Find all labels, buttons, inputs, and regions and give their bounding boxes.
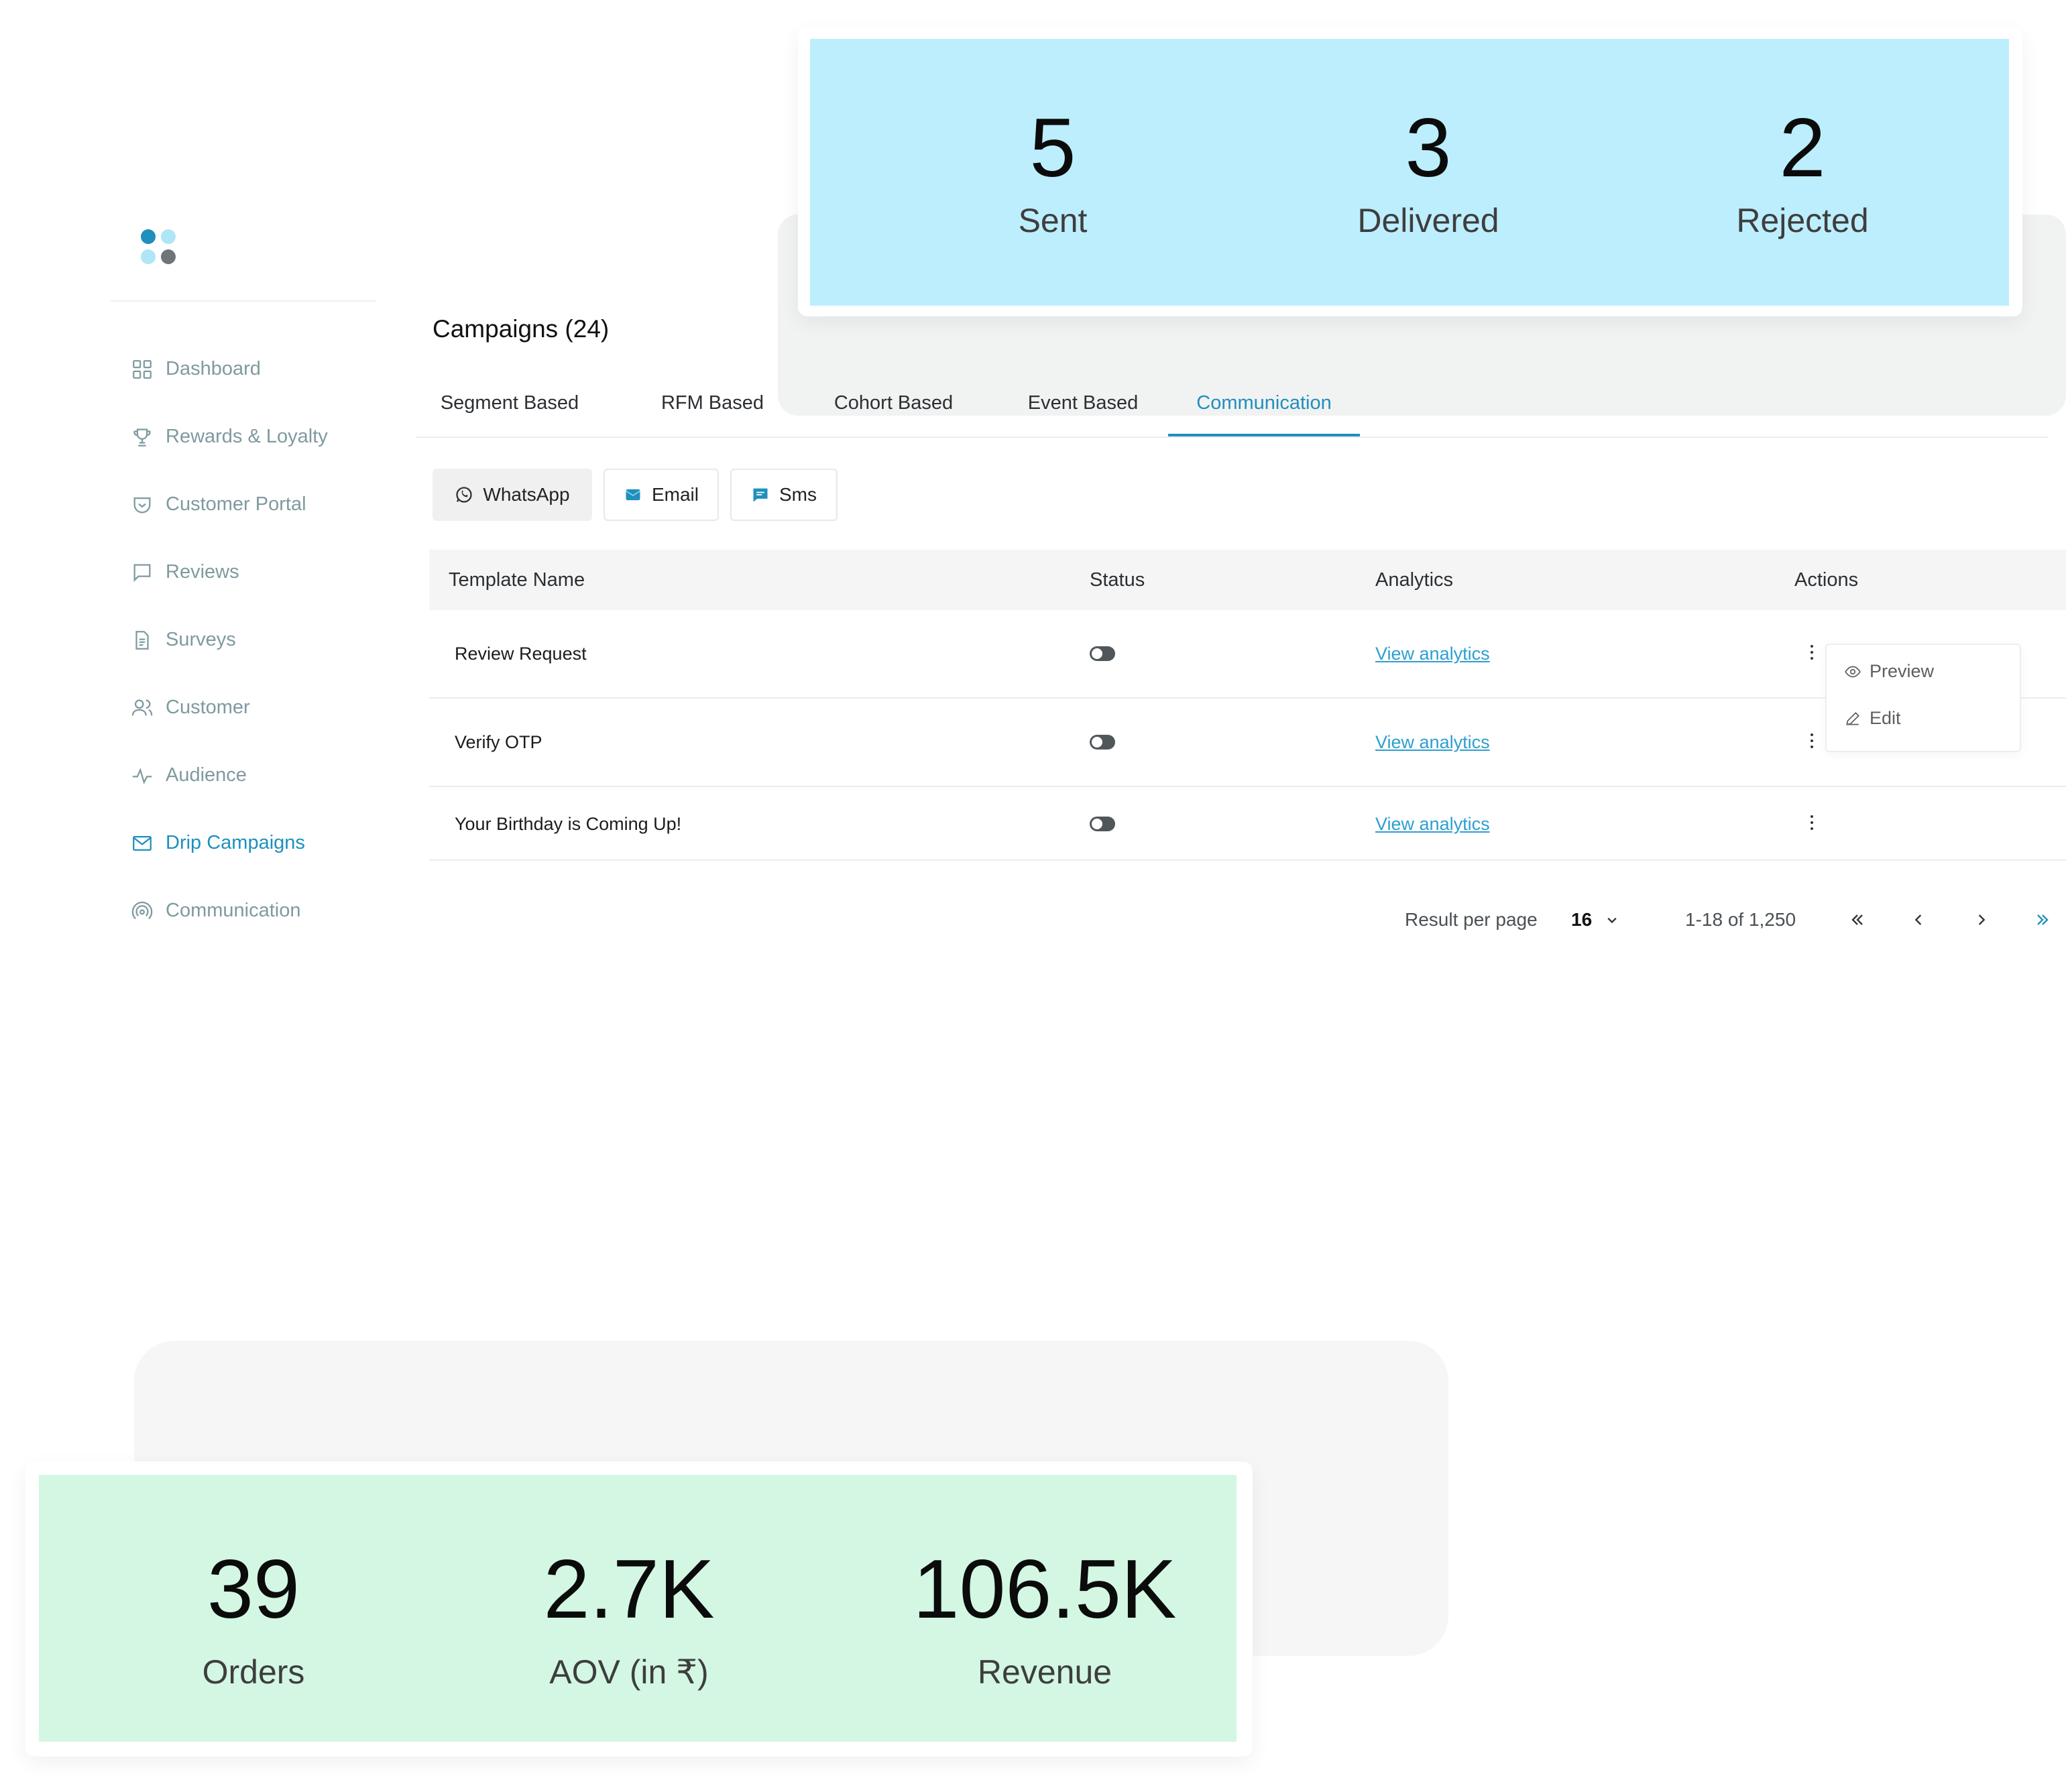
tab-rfm-based[interactable]: RFM Based [637, 379, 788, 436]
email-icon [626, 489, 640, 501]
tab-segment-based[interactable]: Segment Based [416, 379, 604, 436]
first-page-icon[interactable] [1843, 905, 1872, 935]
previous-page-icon[interactable] [1904, 905, 1934, 935]
sidebar-item-communication[interactable]: Communication [131, 877, 386, 945]
sidebar-item-rewards-loyalty[interactable]: Rewards & Loyalty [131, 403, 386, 471]
campaign-tabs: Segment Based RFM Based Cohort Based Eve… [416, 379, 2049, 438]
sidebar-item-label: Rewards & Loyalty [166, 426, 328, 447]
sidebar-item-label: Customer Portal [166, 493, 306, 515]
pagination-range: 1-18 of 1,250 [1685, 909, 1796, 930]
edit-menu-item[interactable]: Edit [1844, 708, 1901, 729]
sidebar-nav: Dashboard Rewards & Loyalty Customer Por… [131, 335, 386, 945]
view-analytics-link[interactable]: View analytics [1375, 644, 1490, 664]
trophy-icon [133, 428, 151, 446]
orders-label: Orders [202, 1653, 305, 1691]
delivered-label: Delivered [1357, 202, 1499, 239]
column-header-analytics: Analytics [1375, 569, 1454, 591]
revenue-value: 106.5K [913, 1543, 1177, 1636]
sidebar-item-label: Audience [166, 764, 247, 786]
app-logo [141, 229, 178, 267]
column-header-actions: Actions [1794, 569, 1859, 591]
rejected-label: Rejected [1736, 202, 1869, 239]
orders-count: 39 [207, 1543, 300, 1636]
view-analytics-link[interactable]: View analytics [1375, 814, 1490, 835]
table-header: Template Name Status Analytics Actions [429, 550, 2066, 610]
status-toggle[interactable] [1090, 735, 1115, 750]
eye-icon [1845, 666, 1861, 677]
preview-menu-item[interactable]: Preview [1844, 661, 1934, 682]
aov-value: 2.7K [543, 1543, 715, 1636]
tab-cohort-based[interactable]: Cohort Based [805, 379, 982, 436]
revenue-label: Revenue [977, 1653, 1112, 1691]
table-row: Your Birthday is Coming Up! View analyti… [429, 787, 2066, 861]
tab-communication[interactable]: Communication [1168, 379, 1360, 436]
sidebar-item-customer-portal[interactable]: Customer Portal [131, 471, 386, 538]
menu-item-label: Edit [1870, 708, 1901, 728]
sidebar-divider [111, 300, 376, 302]
tab-event-based[interactable]: Event Based [999, 379, 1167, 436]
sidebar-item-label: Customer [166, 697, 250, 718]
more-actions-icon[interactable] [1809, 815, 1815, 834]
next-page-icon[interactable] [1966, 905, 1996, 935]
revenue-stats-card: 39 Orders 2.7K AOV (in ₹) 106.5K Revenue [39, 1475, 1237, 1742]
sidebar-item-dashboard[interactable]: Dashboard [131, 335, 386, 403]
template-name: Your Birthday is Coming Up! [455, 814, 682, 834]
sidebar-item-surveys[interactable]: Surveys [131, 606, 386, 674]
sidebar-item-drip-campaigns[interactable]: Drip Campaigns [131, 809, 386, 877]
template-name: Review Request [455, 644, 587, 664]
table-row: Verify OTP View analytics [429, 699, 2066, 787]
status-toggle[interactable] [1090, 646, 1115, 661]
aov-label: AOV (in ₹) [549, 1653, 709, 1691]
document-icon [135, 630, 149, 650]
template-name: Verify OTP [455, 732, 542, 752]
rejected-count: 2 [1779, 102, 1826, 194]
sidebar-item-audience[interactable]: Audience [131, 741, 386, 809]
chevron-down-icon[interactable] [1597, 905, 1627, 935]
comment-icon [133, 564, 151, 582]
page-title: Campaigns (24) [433, 315, 610, 343]
shield-icon [133, 497, 151, 513]
sidebar-item-customer[interactable]: Customer [131, 674, 386, 741]
view-analytics-link[interactable]: View analytics [1375, 732, 1490, 753]
menu-item-label: Preview [1870, 661, 1935, 681]
sent-count: 5 [1029, 102, 1076, 194]
channel-label: Email [651, 484, 699, 505]
pencil-icon [1846, 711, 1859, 725]
channel-label: WhatsApp [483, 484, 570, 505]
users-icon [131, 699, 153, 715]
last-page-icon[interactable] [2028, 905, 2057, 935]
status-toggle[interactable] [1090, 817, 1115, 831]
sms-icon [753, 488, 768, 502]
column-header-template-name: Template Name [449, 569, 585, 591]
channel-email-button[interactable]: Email [604, 469, 719, 521]
channel-sms-button[interactable]: Sms [730, 469, 838, 521]
column-header-status: Status [1090, 569, 1145, 591]
whatsapp-icon [456, 487, 473, 503]
results-per-page-label: Result per page [1405, 909, 1538, 930]
channel-label: Sms [779, 484, 817, 505]
sent-label: Sent [1018, 202, 1088, 239]
mail-icon [133, 835, 152, 851]
message-stats-card: 5 Sent 3 Delivered 2 Rejected [810, 39, 2009, 306]
sidebar-item-label: Reviews [166, 561, 239, 583]
sidebar-item-label: Communication [166, 900, 301, 921]
sidebar-item-label: Drip Campaigns [166, 832, 305, 853]
table-row: Review Request View analytics [429, 610, 2066, 699]
delivered-count: 3 [1405, 102, 1452, 194]
more-actions-icon[interactable] [1809, 733, 1815, 752]
channel-whatsapp-button[interactable]: WhatsApp [433, 469, 592, 521]
sidebar-item-reviews[interactable]: Reviews [131, 538, 386, 606]
more-actions-icon[interactable] [1809, 645, 1815, 664]
sidebar-item-label: Dashboard [166, 358, 261, 379]
grid-icon [133, 359, 152, 379]
broadcast-icon [131, 901, 153, 919]
sidebar-item-label: Surveys [166, 629, 236, 650]
activity-icon [132, 767, 152, 784]
per-page-select[interactable]: 16 [1571, 905, 1592, 935]
actions-menu: Preview Edit [1825, 644, 2021, 752]
